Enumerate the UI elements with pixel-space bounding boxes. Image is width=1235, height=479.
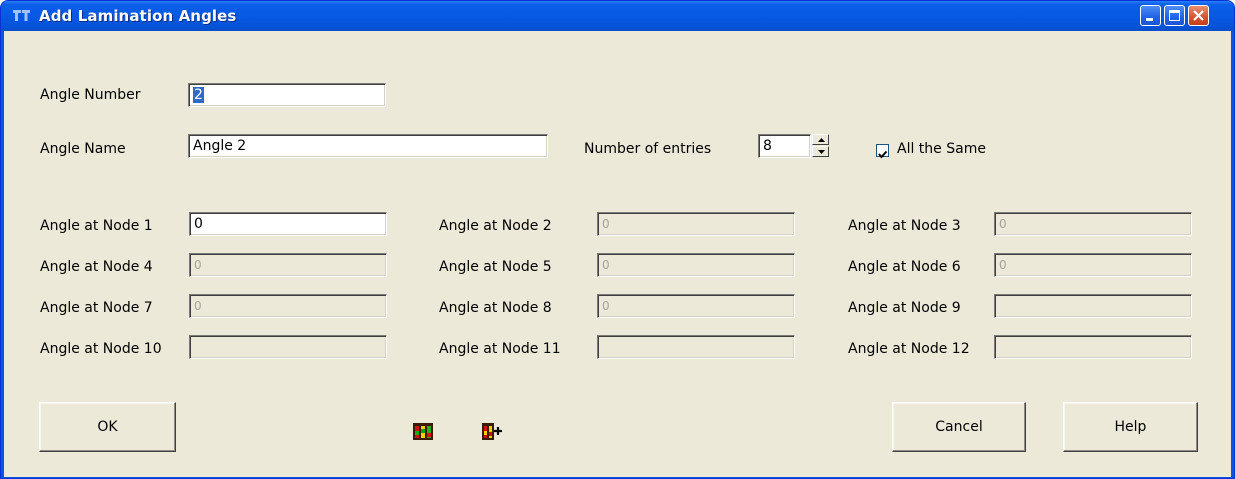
minimize-icon <box>1146 18 1153 21</box>
node-6-input: 0 <box>994 253 1192 277</box>
angle-number-label: Angle Number <box>40 87 141 103</box>
entries-input[interactable]: 8 <box>758 134 811 158</box>
node-9-input <box>994 294 1192 318</box>
title-bar[interactable]: Add Lamination Angles <box>1 1 1234 31</box>
node-1-label: Angle at Node 1 <box>40 218 153 234</box>
node-8-label: Angle at Node 8 <box>439 300 552 316</box>
arrow-down-icon <box>818 150 825 154</box>
close-button[interactable] <box>1188 5 1209 26</box>
dialog-body: Angle Number 2 Angle Name Angle 2 Number… <box>4 31 1231 477</box>
angle-name-value: Angle 2 <box>193 138 247 154</box>
entries-spin-up[interactable] <box>812 134 829 145</box>
node-12-input <box>994 335 1192 359</box>
color-bars-icon[interactable] <box>412 420 434 442</box>
maximize-button[interactable] <box>1164 5 1185 26</box>
node-8-input: 0 <box>597 294 795 318</box>
ok-button[interactable]: OK <box>39 402 176 452</box>
minimize-button[interactable] <box>1140 5 1161 26</box>
node-5-input: 0 <box>597 253 795 277</box>
entries-label: Number of entries <box>584 141 712 157</box>
entries-spin-down[interactable] <box>812 146 829 157</box>
all-same-checkbox[interactable] <box>876 144 889 159</box>
node-9-label: Angle at Node 9 <box>848 300 961 316</box>
node-10-input <box>189 335 387 359</box>
node-7-label: Angle at Node 7 <box>40 300 153 316</box>
node-3-input: 0 <box>994 212 1192 236</box>
node-2-label: Angle at Node 2 <box>439 218 552 234</box>
node-7-input: 0 <box>189 294 387 318</box>
cancel-button[interactable]: Cancel <box>892 402 1026 452</box>
maximize-icon <box>1169 10 1180 21</box>
window-title: Add Lamination Angles <box>39 7 237 25</box>
angle-number-input[interactable]: 2 <box>188 83 386 107</box>
node-11-label: Angle at Node 11 <box>439 341 561 357</box>
arrow-up-icon <box>818 138 825 142</box>
node-11-input <box>597 335 795 359</box>
node-1-input[interactable]: 0 <box>189 212 387 236</box>
node-10-label: Angle at Node 10 <box>40 341 162 357</box>
dialog-window: Add Lamination Angles Angle Number 2 Ang… <box>0 0 1235 479</box>
node-2-input: 0 <box>597 212 795 236</box>
entries-value: 8 <box>763 138 772 154</box>
angle-number-value: 2 <box>193 87 204 103</box>
angle-name-label: Angle Name <box>40 141 126 157</box>
node-4-input: 0 <box>189 253 387 277</box>
help-button[interactable]: Help <box>1063 402 1198 452</box>
node-4-label: Angle at Node 4 <box>40 259 153 275</box>
color-bars-add-icon[interactable] <box>481 420 503 442</box>
app-icon <box>13 10 30 21</box>
node-12-label: Angle at Node 12 <box>848 341 970 357</box>
node-5-label: Angle at Node 5 <box>439 259 552 275</box>
node-6-label: Angle at Node 6 <box>848 259 961 275</box>
all-same-label[interactable]: All the Same <box>897 141 986 157</box>
close-icon <box>1193 10 1204 21</box>
checkmark-icon <box>878 150 888 159</box>
node-3-label: Angle at Node 3 <box>848 218 961 234</box>
angle-name-input[interactable]: Angle 2 <box>188 134 548 158</box>
